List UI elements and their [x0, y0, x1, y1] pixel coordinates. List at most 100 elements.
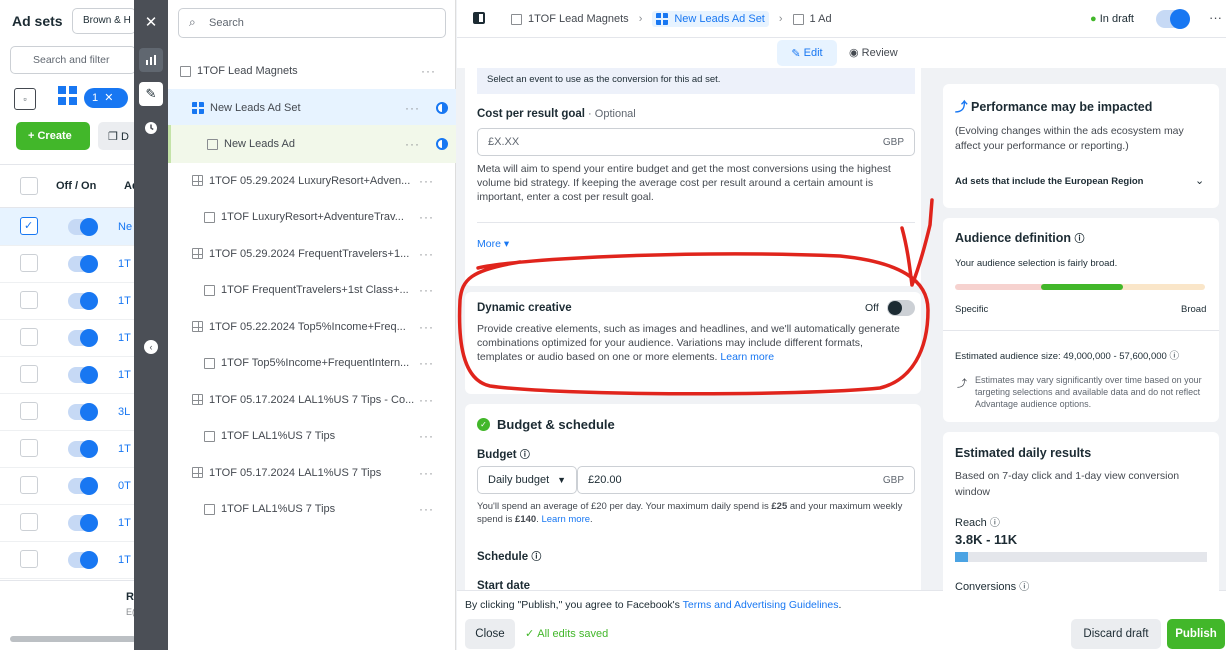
table-row[interactable]: 3L: [0, 393, 135, 431]
row-toggle[interactable]: [68, 514, 98, 532]
table-row[interactable]: 1T: [0, 541, 135, 579]
table-row[interactable]: 0T: [0, 467, 135, 505]
row-checkbox[interactable]: [20, 550, 38, 568]
discard-draft-button[interactable]: Discard draft: [1071, 619, 1161, 649]
select-all-checkbox[interactable]: [20, 177, 38, 195]
row-toggle[interactable]: [68, 440, 98, 458]
tree-item[interactable]: 1TOF 05.29.2024 LuxuryResort+Adven... ···: [168, 162, 456, 200]
row-toggle[interactable]: [68, 218, 98, 236]
pencil-icon[interactable]: ✎: [139, 82, 163, 106]
row-name-link[interactable]: 1T: [118, 369, 131, 381]
sidebar-toggle-icon[interactable]: [473, 12, 485, 24]
tree-item-more-icon[interactable]: ···: [419, 247, 434, 261]
row-checkbox[interactable]: [20, 476, 38, 494]
row-name-link[interactable]: 1T: [118, 517, 131, 529]
terms-link[interactable]: Terms and Advertising Guidelines: [683, 599, 839, 611]
tree-item-more-icon[interactable]: ···: [419, 283, 434, 297]
tree-item-more-icon[interactable]: ···: [419, 210, 434, 224]
adset-toggle[interactable]: [1156, 9, 1190, 29]
review-tab[interactable]: ◉ Review: [849, 46, 898, 59]
row-checkbox[interactable]: [20, 439, 38, 457]
table-row[interactable]: 1T: [0, 430, 135, 468]
edit-tab[interactable]: ✎ Edit: [777, 40, 837, 66]
learn-more-link[interactable]: Learn more: [541, 514, 590, 525]
row-name-link[interactable]: 0T: [118, 480, 131, 492]
breadcrumb-adset[interactable]: New Leads Ad Set: [652, 11, 769, 27]
tree-item[interactable]: 1TOF 05.22.2024 Top5%Income+Freq... ···: [168, 308, 456, 346]
budget-amount-input[interactable]: £20.00 GBP: [577, 466, 915, 494]
budget-type-select[interactable]: Daily budget ▼: [477, 466, 577, 494]
row-name-link[interactable]: 3L: [118, 406, 130, 418]
row-name-link[interactable]: 1T: [118, 332, 131, 344]
tree-item[interactable]: 1TOF Top5%Income+FrequentIntern... ···: [168, 344, 456, 382]
table-row[interactable]: 1T: [0, 245, 135, 283]
clock-icon[interactable]: [139, 116, 163, 140]
tree-item-more-icon[interactable]: ···: [419, 174, 434, 188]
tree-item-more-icon[interactable]: ···: [419, 356, 434, 370]
row-name-link[interactable]: 1T: [118, 295, 131, 307]
tree-item[interactable]: 1TOF 05.17.2024 LAL1%US 7 Tips - Co... ··…: [168, 381, 456, 419]
table-row[interactable]: ✓ Ne: [0, 208, 135, 246]
breadcrumb-campaign[interactable]: 1TOF Lead Magnets: [528, 13, 629, 25]
row-toggle[interactable]: [68, 477, 98, 495]
row-toggle[interactable]: [68, 403, 98, 421]
row-toggle[interactable]: [68, 255, 98, 273]
tree-item[interactable]: 1TOF Lead Magnets ···: [168, 52, 456, 90]
tree-item-more-icon[interactable]: ···: [419, 393, 434, 407]
row-checkbox[interactable]: [20, 402, 38, 420]
table-row[interactable]: 1T: [0, 319, 135, 357]
tree-item-more-icon[interactable]: ···: [419, 502, 434, 516]
tree-search-input[interactable]: ⌕ Search: [178, 8, 446, 38]
tree-item-more-icon[interactable]: ···: [405, 137, 420, 151]
row-name-link[interactable]: 1T: [118, 258, 131, 270]
close-icon[interactable]: ✕: [139, 10, 163, 34]
tree-item[interactable]: 1TOF 05.17.2024 LAL1%US 7 Tips ···: [168, 454, 456, 492]
more-options-link[interactable]: More ▾: [477, 238, 509, 250]
close-button[interactable]: Close: [465, 619, 515, 649]
dynamic-creative-toggle[interactable]: [887, 300, 915, 316]
row-toggle[interactable]: [68, 366, 98, 384]
learn-more-link[interactable]: Learn more: [720, 351, 774, 363]
row-name-link[interactable]: 1T: [118, 443, 131, 455]
tree-item-more-icon[interactable]: ···: [419, 466, 434, 480]
row-name-link[interactable]: Ne: [118, 221, 132, 233]
table-row[interactable]: 1T: [0, 282, 135, 320]
row-toggle[interactable]: [68, 292, 98, 310]
table-row[interactable]: 1T: [0, 356, 135, 394]
row-checkbox[interactable]: [20, 328, 38, 346]
tree-item-more-icon[interactable]: ···: [419, 429, 434, 443]
row-toggle[interactable]: [68, 551, 98, 569]
row-checkbox[interactable]: [20, 513, 38, 531]
tree-item[interactable]: New Leads Ad Set ···: [168, 88, 456, 127]
more-options-icon[interactable]: ···: [1209, 10, 1222, 25]
tree-item[interactable]: 1TOF 05.29.2024 FrequentTravelers+1... ··…: [168, 235, 456, 273]
tree-item-more-icon[interactable]: ···: [419, 320, 434, 334]
breadcrumb-ad[interactable]: 1 Ad: [810, 13, 832, 25]
row-name-link[interactable]: 1T: [118, 554, 131, 566]
account-select[interactable]: Brown & H: [72, 8, 135, 34]
row-checkbox[interactable]: ✓: [20, 217, 38, 235]
eu-region-expander-label[interactable]: Ad sets that include the European Region: [955, 176, 1143, 187]
row-checkbox[interactable]: [20, 291, 38, 309]
tree-item[interactable]: 1TOF LAL1%US 7 Tips ···: [168, 490, 456, 528]
row-toggle[interactable]: [68, 329, 98, 347]
table-row[interactable]: 1T: [0, 504, 135, 542]
tree-item-more-icon[interactable]: ···: [405, 101, 420, 115]
tree-item[interactable]: 1TOF LuxuryResort+AdventureTrav... ···: [168, 198, 456, 236]
adsets-grid-icon[interactable]: [58, 86, 78, 106]
cost-goal-input[interactable]: £X.XX GBP: [477, 128, 915, 156]
row-checkbox[interactable]: [20, 254, 38, 272]
chevron-down-icon[interactable]: ⌄: [1195, 174, 1204, 187]
tree-item[interactable]: New Leads Ad ···: [168, 125, 456, 163]
row-checkbox[interactable]: [20, 365, 38, 383]
collapse-chevron-icon[interactable]: ‹: [144, 340, 158, 354]
publish-button[interactable]: Publish: [1167, 619, 1225, 649]
horizontal-scrollbar[interactable]: [10, 636, 135, 642]
tree-item[interactable]: 1TOF FrequentTravelers+1st Class+... ···: [168, 271, 456, 309]
collapse-icon[interactable]: ▫: [14, 88, 36, 110]
tree-item-more-icon[interactable]: ···: [421, 64, 436, 78]
create-button[interactable]: + Create: [16, 122, 90, 150]
duplicate-button[interactable]: ❐ D: [98, 122, 135, 150]
selected-filter-chip[interactable]: 1 ✕: [84, 88, 128, 108]
search-filter-input[interactable]: Search and filter: [10, 46, 135, 74]
